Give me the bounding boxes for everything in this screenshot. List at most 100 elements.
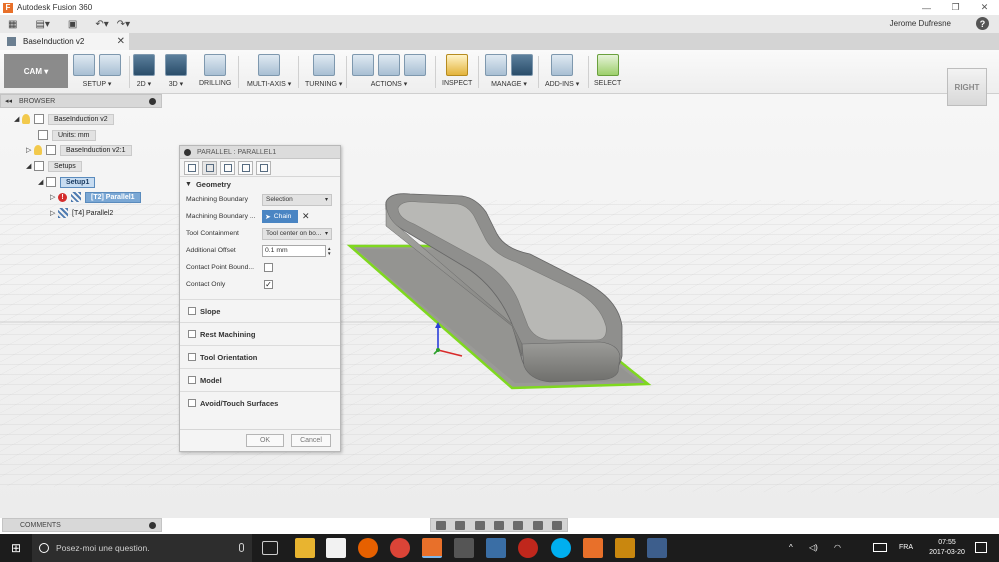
tray-chevron-icon[interactable]: ^ — [789, 543, 793, 552]
microphone-icon[interactable] — [239, 543, 244, 552]
select-group[interactable]: SELECT — [594, 52, 621, 87]
tab-heights[interactable] — [220, 160, 235, 175]
inspect-group[interactable]: INSPECT — [442, 52, 472, 87]
task-view-icon[interactable] — [262, 541, 278, 555]
tree-component[interactable]: ▷ BaseInduction v2:1 — [26, 144, 132, 156]
machining-boundary-select[interactable]: Selection ▾ — [262, 193, 332, 206]
undo-icon[interactable]: ↶▾ — [95, 16, 108, 32]
slope-section[interactable]: Slope — [180, 299, 340, 322]
expand-icon[interactable]: ▷ — [50, 209, 58, 217]
skype-icon[interactable] — [551, 538, 571, 558]
pan-icon[interactable] — [474, 520, 485, 530]
keyboard-icon[interactable] — [873, 543, 887, 552]
tool-orientation-checkbox[interactable] — [188, 353, 196, 361]
expand-icon[interactable]: ▷ — [50, 193, 58, 201]
document-tab[interactable]: BaseInduction v2 ✕ — [0, 33, 129, 50]
app-icon[interactable] — [518, 538, 538, 558]
user-name[interactable]: Jerome Dufresne — [890, 19, 951, 28]
display-settings-icon[interactable] — [532, 520, 543, 530]
dialog-header[interactable]: PARALLEL : PARALLEL1 — [180, 146, 340, 159]
fusion360-taskbar-icon[interactable] — [422, 538, 442, 558]
chrome-icon[interactable] — [390, 538, 410, 558]
orbit-icon[interactable] — [435, 520, 446, 530]
notification-icon[interactable] — [975, 542, 987, 553]
tree-setups[interactable]: ◢ Setups — [26, 160, 82, 172]
additional-offset-input[interactable]: 0.1 mm — [262, 244, 326, 257]
expand-icon[interactable]: ◢ — [38, 178, 46, 186]
collapse-section-icon[interactable]: ▼ — [185, 181, 192, 188]
clock[interactable]: 07:55 2017-03-20 — [925, 538, 969, 558]
cancel-button[interactable]: Cancel — [291, 434, 331, 447]
setup-group[interactable]: SETUP ▾ — [73, 52, 121, 88]
comments-add-icon[interactable] — [149, 522, 156, 529]
contact-only-checkbox[interactable]: ✓ — [264, 280, 273, 289]
zoom-window-icon[interactable] — [513, 520, 524, 530]
cortana-search-box[interactable]: Posez-moi une question. — [32, 534, 252, 562]
drilling-group[interactable]: DRILLING — [199, 52, 231, 87]
visibility-bulb-icon[interactable] — [22, 114, 30, 124]
add-ins-group[interactable]: ADD-INS ▾ — [545, 52, 579, 88]
actions-group[interactable]: ACTIONS ▾ — [352, 52, 426, 88]
ok-button[interactable]: OK — [246, 434, 284, 447]
app-icon[interactable] — [583, 538, 603, 558]
windows-start-icon[interactable]: ⊞ — [0, 534, 32, 562]
app-icon[interactable] — [454, 538, 474, 558]
zoom-icon[interactable] — [493, 520, 504, 530]
dialog-collapse-icon[interactable] — [184, 148, 191, 156]
3d-viewport[interactable] — [0, 94, 999, 518]
browser-pin-icon[interactable] — [149, 98, 156, 105]
tree-units[interactable]: Units: mm — [38, 129, 96, 141]
close-icon[interactable]: ✕ — [970, 0, 999, 15]
restore-icon[interactable]: ❐ — [941, 0, 970, 15]
redo-icon[interactable]: ↷▾ — [117, 16, 130, 32]
clear-selection-icon[interactable]: ✕ — [302, 211, 310, 222]
view-cube[interactable]: RIGHT — [947, 68, 987, 108]
model-section[interactable]: Model — [180, 368, 340, 391]
tool-containment-select[interactable]: Tool center on bo... ▾ — [262, 227, 332, 240]
model-checkbox[interactable] — [188, 376, 196, 384]
language-indicator[interactable]: FRA — [899, 544, 913, 551]
look-at-icon[interactable] — [455, 520, 466, 530]
tab-passes[interactable] — [238, 160, 253, 175]
multi-axis-group[interactable]: MULTI-AXIS ▾ — [247, 52, 291, 88]
grid-settings-icon[interactable] — [552, 520, 563, 530]
store-icon[interactable] — [326, 538, 346, 558]
turning-group[interactable]: TURNING ▾ — [305, 52, 342, 88]
comments-panel[interactable]: COMMENTS — [2, 518, 162, 532]
rest-machining-checkbox[interactable] — [188, 330, 196, 338]
expand-icon[interactable]: ◢ — [26, 162, 34, 170]
slope-checkbox[interactable] — [188, 307, 196, 315]
grid-menu-icon[interactable]: ▦ — [8, 16, 17, 32]
tab-geometry[interactable] — [202, 160, 217, 175]
avoid-touch-section[interactable]: Avoid/Touch Surfaces — [180, 391, 340, 414]
tree-setup1[interactable]: ◢ Setup1 — [38, 176, 96, 188]
tool-orientation-section[interactable]: Tool Orientation — [180, 345, 340, 368]
minimize-icon[interactable]: — — [912, 0, 941, 15]
rest-machining-section[interactable]: Rest Machining — [180, 322, 340, 345]
tab-tool[interactable] — [184, 160, 199, 175]
help-icon[interactable]: ? — [976, 17, 989, 30]
workspace-switcher[interactable]: CAM ▾ — [4, 54, 68, 88]
avoid-touch-checkbox[interactable] — [188, 399, 196, 407]
expand-icon[interactable]: ▷ — [26, 146, 34, 154]
tree-op-parallel2[interactable]: ▷ [T4] Parallel2 — [50, 207, 113, 219]
view-cube-face[interactable]: RIGHT — [947, 68, 987, 106]
offset-stepper-icon[interactable]: ▲ ▼ — [327, 246, 331, 256]
firefox-icon[interactable] — [358, 538, 378, 558]
volume-icon[interactable]: ◁) — [809, 543, 818, 552]
3d-group[interactable]: 3D ▾ — [165, 52, 187, 88]
tree-root[interactable]: ◢ BaseInduction v2 — [14, 113, 114, 125]
contact-point-boundary-checkbox[interactable] — [264, 263, 273, 272]
visibility-bulb-icon[interactable] — [34, 145, 42, 155]
save-icon[interactable]: ▣ — [68, 16, 77, 32]
expand-icon[interactable]: ◢ — [14, 115, 22, 123]
file-explorer-icon[interactable] — [295, 538, 315, 558]
2d-group[interactable]: 2D ▾ — [133, 52, 155, 88]
network-icon[interactable]: ◠ — [834, 543, 841, 552]
browser-panel-header[interactable]: ◂◂ BROWSER — [0, 94, 162, 108]
tab-linking[interactable] — [256, 160, 271, 175]
app-icon[interactable] — [486, 538, 506, 558]
tree-op-parallel1[interactable]: ▷ ! [T2] Parallel1 — [50, 191, 141, 203]
collapse-browser-icon[interactable]: ◂◂ — [5, 97, 12, 105]
chain-selection-button[interactable]: ➤ Chain — [262, 210, 298, 223]
